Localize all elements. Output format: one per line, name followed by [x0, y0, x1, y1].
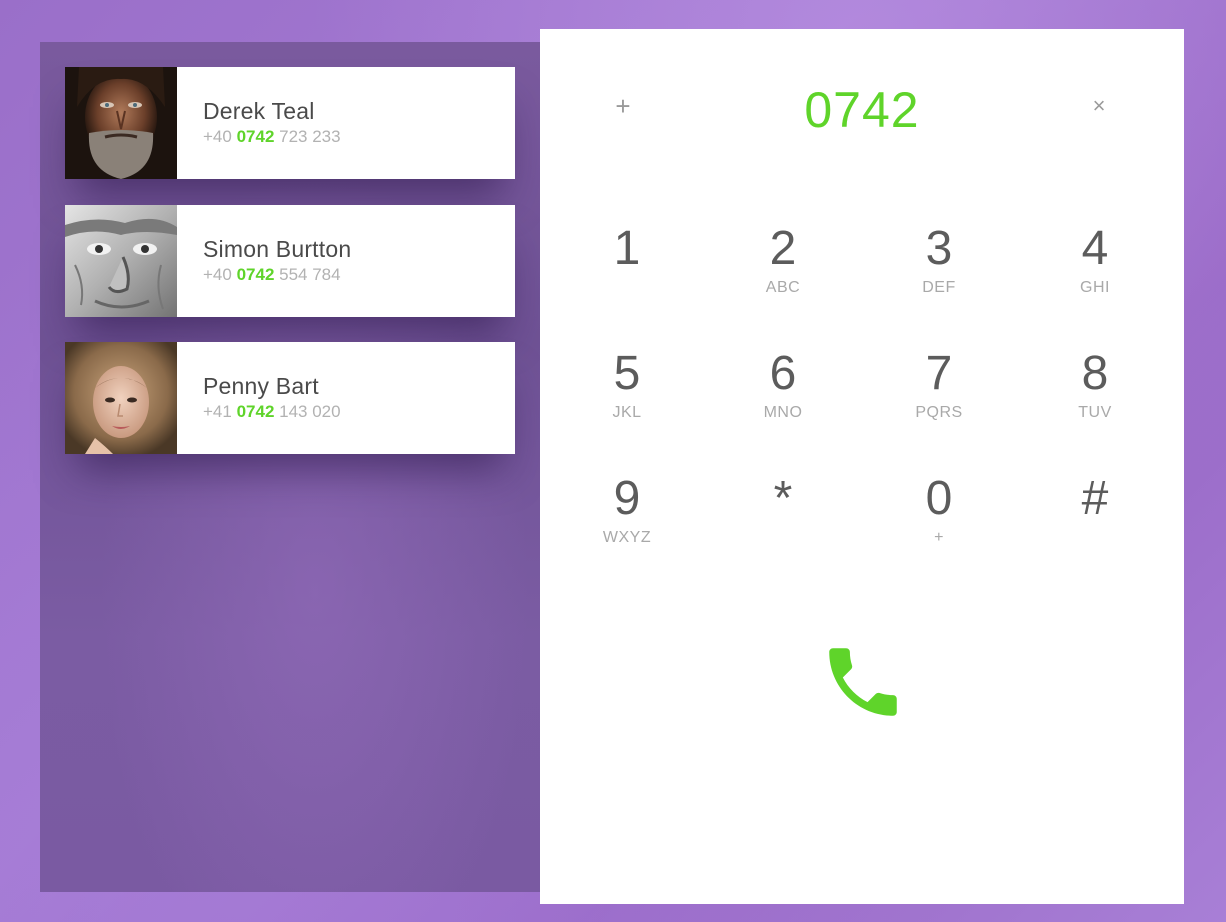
number-prefix: +41	[203, 402, 232, 421]
key-digit: 8	[1081, 347, 1109, 400]
contact-name: Derek Teal	[203, 98, 315, 124]
key-0[interactable]: 0 +	[861, 469, 1017, 594]
key-letters: WXYZ	[602, 529, 652, 546]
key-digit: 5	[613, 347, 641, 400]
key-letters: PQRS	[915, 404, 963, 421]
key-digit: 1	[613, 222, 641, 275]
key-digit: 9	[613, 472, 641, 525]
number-prefix: +40	[203, 265, 232, 284]
clear-button[interactable]: ×	[1086, 93, 1112, 119]
key-digit: 7	[925, 347, 953, 400]
dialed-number-display: 0742	[804, 82, 920, 138]
key-letters: GHI	[1080, 279, 1110, 296]
contact-number: +41 0742 143 020	[203, 401, 341, 423]
key-digit: 6	[769, 347, 797, 400]
key-letters: DEF	[922, 279, 956, 296]
key-letters: JKL	[612, 404, 642, 421]
call-button[interactable]	[818, 637, 908, 727]
key-letters: +	[934, 529, 944, 546]
contact-name: Simon Burtton	[203, 236, 352, 262]
key-digit: 0	[925, 472, 953, 525]
contact-card-derek-teal[interactable]: Derek Teal +40 0742 723 233	[65, 67, 515, 179]
key-1[interactable]: 1	[549, 219, 705, 344]
number-rest: 723 233	[279, 127, 341, 146]
contact-number: +40 0742 554 784	[203, 264, 351, 286]
number-rest: 554 784	[279, 265, 341, 284]
avatar	[65, 205, 177, 317]
contact-card-simon-burtton[interactable]: Simon Burtton +40 0742 554 784	[65, 205, 515, 317]
number-rest: 143 020	[279, 402, 341, 421]
key-5[interactable]: 5 JKL	[549, 344, 705, 469]
key-6[interactable]: 6 MNO	[705, 344, 861, 469]
key-hash[interactable]: #	[1017, 469, 1173, 594]
key-letters: TUV	[1078, 404, 1112, 421]
contacts-panel: Derek Teal +40 0742 723 233 Simon Burtto…	[40, 42, 540, 892]
contact-info: Penny Bart +41 0742 143 020	[177, 342, 341, 454]
key-8[interactable]: 8 TUV	[1017, 344, 1173, 469]
dialer-panel: + 0742 × 1 2 ABC 3 DEF 4 GHI 5 JKL 6 MNO 7 PQR…	[540, 29, 1184, 904]
contact-info: Simon Burtton +40 0742 554 784	[177, 205, 351, 317]
number-match: 0742	[236, 265, 275, 284]
key-7[interactable]: 7 PQRS	[861, 344, 1017, 469]
key-digit: 3	[925, 222, 953, 275]
key-digit: *	[773, 472, 793, 525]
key-4[interactable]: 4 GHI	[1017, 219, 1173, 344]
key-9[interactable]: 9 WXYZ	[549, 469, 705, 594]
contact-name: Penny Bart	[203, 373, 319, 399]
contact-info: Derek Teal +40 0742 723 233	[177, 67, 341, 179]
key-letters: ABC	[765, 279, 801, 296]
number-match: 0742	[236, 127, 275, 146]
avatar	[65, 342, 177, 454]
contact-number: +40 0742 723 233	[203, 126, 341, 148]
keypad: 1 2 ABC 3 DEF 4 GHI 5 JKL 6 MNO 7 PQRS 8 TUV 9 W…	[549, 219, 1173, 594]
contact-card-penny-bart[interactable]: Penny Bart +41 0742 143 020	[65, 342, 515, 454]
number-match: 0742	[236, 402, 275, 421]
key-3[interactable]: 3 DEF	[861, 219, 1017, 344]
key-star[interactable]: *	[705, 469, 861, 594]
key-letters: MNO	[763, 404, 803, 421]
number-prefix: +40	[203, 127, 232, 146]
phone-icon	[829, 648, 897, 716]
avatar	[65, 67, 177, 179]
add-contact-button[interactable]: +	[610, 91, 636, 121]
key-digit: #	[1081, 472, 1109, 525]
key-digit: 4	[1081, 222, 1109, 275]
key-2[interactable]: 2 ABC	[705, 219, 861, 344]
dial-header: + 0742 ×	[540, 79, 1184, 141]
key-digit: 2	[769, 222, 797, 275]
